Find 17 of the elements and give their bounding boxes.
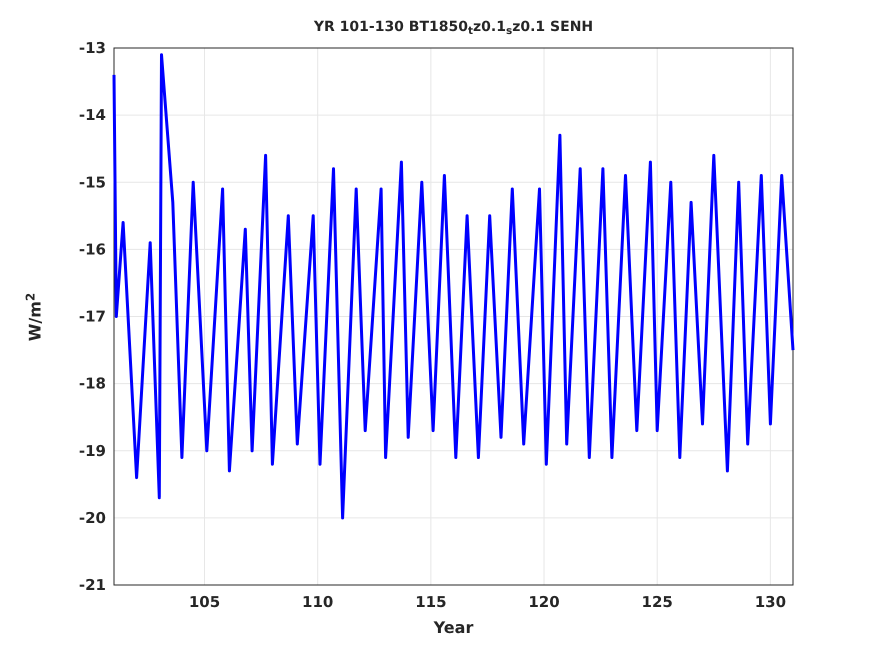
x-tick-label: 105 xyxy=(188,593,220,611)
x-tick-label: 120 xyxy=(528,593,560,611)
y-tick-label: -16 xyxy=(78,240,106,258)
y-tick-label: -13 xyxy=(78,39,106,57)
y-tick-label: -14 xyxy=(78,106,106,124)
y-tick-label: -17 xyxy=(78,308,106,326)
y-tick-label: -21 xyxy=(78,576,106,594)
x-tick-label: 110 xyxy=(302,593,334,611)
y-tick-label: -18 xyxy=(78,374,106,393)
x-tick-label: 130 xyxy=(754,593,786,611)
y-tick-label: -15 xyxy=(78,173,106,192)
y-tick-label: -19 xyxy=(78,442,106,460)
chart-title: YR 101-130 BT1850$_{t}$z0.1$_{s}$z0.1 SENH xyxy=(314,18,594,36)
x-tick-label: 115 xyxy=(415,593,447,611)
x-tick-label: 125 xyxy=(642,593,673,611)
y-tick-label: -20 xyxy=(78,508,106,527)
x-axis-label: Year xyxy=(434,617,474,639)
